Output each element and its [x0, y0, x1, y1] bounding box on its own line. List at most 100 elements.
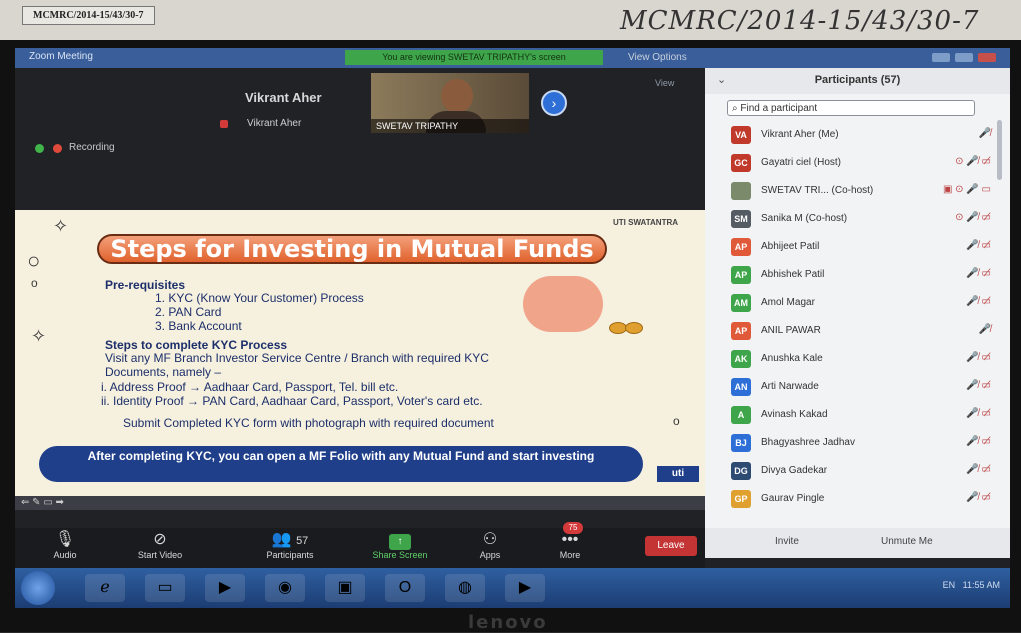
participant-status-icons: 🎤̸ ▭̸: [966, 492, 991, 503]
participant-status-icons: 🎤̸ ▭̸: [966, 408, 991, 419]
avatar: AP: [731, 238, 751, 256]
identity-proof-line: ii. Identity Proof → PAN Card, Aadhaar C…: [101, 394, 483, 408]
prereq-item: 1. KYC (Know Your Customer) Process: [155, 291, 364, 305]
steps-heading: Steps to complete KYC Process: [105, 338, 288, 352]
participant-row[interactable]: BJ Bhagyashree Jadhav 🎤̸ ▭̸: [705, 430, 1005, 458]
document-stamp: MCMRC/2014-15/43/30-7: [22, 6, 155, 25]
avatar: [731, 182, 751, 200]
zoom-window: Zoom Meeting You are viewing SWETAV TRIP…: [15, 48, 1010, 608]
apps-icon: ⚇: [482, 531, 498, 548]
steps-line: Visit any MF Branch Investor Service Cen…: [105, 351, 489, 365]
participant-status-icons: ⊙ 🎤̸ ▭̸: [955, 212, 991, 223]
participant-name: Gayatri ciel (Host): [761, 157, 842, 168]
participant-name: Amol Magar: [761, 297, 815, 308]
view-button[interactable]: View: [655, 78, 674, 88]
leave-button[interactable]: Leave: [645, 536, 697, 556]
participant-name: Arti Narwade: [761, 381, 819, 392]
participant-name: Divya Gadekar: [761, 465, 828, 476]
share-screen-button[interactable]: ↑ Share Screen: [365, 530, 435, 560]
participant-row[interactable]: A Avinash Kakad 🎤̸ ▭̸: [705, 402, 1005, 430]
participant-name: Avinash Kakad: [761, 409, 828, 420]
opera-icon[interactable]: O: [385, 574, 425, 602]
participant-row[interactable]: AP Abhishek Patil 🎤̸ ▭̸: [705, 262, 1005, 290]
minimize-button[interactable]: [932, 53, 950, 62]
uti-logo: uti: [657, 466, 699, 482]
invite-button[interactable]: Invite: [775, 536, 799, 547]
audio-button[interactable]: 🎙 Audio: [45, 530, 85, 560]
participant-row[interactable]: SM Sanika M (Co-host) ⊙ 🎤̸ ▭̸: [705, 206, 1005, 234]
paper-background: MCMRC/2014-15/43/30-7 MCMRC/2014-15/43/3…: [0, 0, 1021, 40]
close-button[interactable]: [978, 53, 996, 62]
maximize-button[interactable]: [955, 53, 973, 62]
participant-status-icons: 🎤̸ ▭̸: [966, 380, 991, 391]
participant-row[interactable]: SWETAV TRI... (Co-host) ▣ ⊙ 🎤 ▭: [705, 178, 1005, 206]
ie-icon[interactable]: ℯ: [85, 574, 125, 602]
participant-row[interactable]: GP Gaurav Pingle 🎤̸ ▭̸: [705, 486, 1005, 514]
microphone-icon: 🎙: [54, 531, 76, 548]
view-options-button[interactable]: View Options: [628, 52, 687, 63]
participants-button[interactable]: 👥 57 Participants: [255, 530, 325, 560]
firefox-icon[interactable]: ◍: [445, 574, 485, 602]
participant-row[interactable]: GC Gayatri ciel (Host) ⊙ 🎤̸ ▭̸: [705, 150, 1005, 178]
participant-status-icons: 🎤̸ ▭̸: [966, 268, 991, 279]
participant-status-icons: 🎤̸ ▭̸: [966, 240, 991, 251]
avatar: SM: [731, 210, 751, 228]
participant-status-icons: 🎤̸: [978, 128, 991, 139]
clock: 11:55 AM: [962, 580, 1000, 590]
annotation-toolbar[interactable]: ⇐ ✎ ▭ ➡: [15, 496, 705, 510]
muted-mic-icon: [220, 120, 228, 128]
participant-name: Abhishek Patil: [761, 269, 825, 280]
more-label: More: [559, 550, 581, 560]
next-video-button[interactable]: ›: [541, 90, 567, 116]
participant-name: Sanika M (Co-host): [761, 213, 848, 224]
participant-status-icons: 🎤̸ ▭̸: [966, 352, 991, 363]
avatar: A: [731, 406, 751, 424]
viewing-screen-banner: You are viewing SWETAV TRIPATHY's screen: [345, 50, 603, 65]
apps-button[interactable]: ⚇ Apps: [465, 530, 515, 560]
window-title: Zoom Meeting: [29, 51, 93, 62]
participant-row[interactable]: VA Vikrant Aher (Me) 🎤̸: [705, 122, 1005, 150]
media-player-icon[interactable]: ▶: [205, 574, 245, 602]
participants-title: Participants (57): [814, 74, 901, 86]
system-tray[interactable]: EN 11:55 AM: [943, 580, 1000, 590]
slide-title: Steps for Investing in Mutual Funds: [97, 234, 607, 264]
small-circle-icon: o: [673, 414, 680, 428]
video-tile-label: SWETAV TRIPATHY: [371, 119, 529, 133]
participant-row[interactable]: DG Divya Gadekar 🎤̸ ▭̸: [705, 458, 1005, 486]
annotate-icon[interactable]: ⇐ ✎ ▭ ➡: [21, 497, 64, 508]
monitor-brand-logo: lenovo: [468, 612, 548, 633]
participant-status-icons: 🎤̸ ▭̸: [966, 296, 991, 307]
start-video-label: Start Video: [137, 550, 183, 560]
more-button[interactable]: ••• More: [545, 530, 595, 560]
folder-icon[interactable]: ▭: [145, 574, 185, 602]
participant-row[interactable]: AP ANIL PAWAR 🎤̸: [705, 318, 1005, 346]
shield-icon: [35, 144, 44, 153]
participant-name: Vikrant Aher (Me): [761, 129, 839, 140]
steps-line: Documents, namely –: [105, 365, 222, 379]
circle-shape-icon: ○: [27, 248, 41, 273]
window-icon[interactable]: ▣: [325, 574, 365, 602]
zoom-app-icon[interactable]: ▶: [505, 574, 545, 602]
star-shape-icon: ✧: [53, 216, 69, 236]
unmute-me-button[interactable]: Unmute Me: [881, 536, 933, 547]
participant-status-icons: ▣ ⊙ 🎤 ▭: [942, 184, 991, 195]
participant-row[interactable]: AK Anushka Kale 🎤̸ ▭̸: [705, 346, 1005, 374]
participant-row[interactable]: AM Amol Magar 🎤̸ ▭̸: [705, 290, 1005, 318]
star-shape-icon: ✧: [31, 326, 47, 346]
start-video-button[interactable]: ⊘ Start Video: [125, 530, 195, 560]
slide-footer-banner: After completing KYC, you can open a MF …: [39, 446, 643, 482]
participant-row[interactable]: AP Abhijeet Patil 🎤̸ ▭̸: [705, 234, 1005, 262]
video-tile[interactable]: SWETAV TRIPATHY: [371, 73, 529, 133]
participant-row[interactable]: AN Arti Narwade 🎤̸ ▭̸: [705, 374, 1005, 402]
coin-icon: [625, 322, 643, 334]
window-titlebar: Zoom Meeting You are viewing SWETAV TRIP…: [15, 48, 1010, 68]
participant-status-icons: 🎤̸ ▭̸: [966, 464, 991, 475]
participant-search-input[interactable]: ⌕ Find a participant: [727, 100, 975, 116]
participants-panel: ⌄ Participants (57) ⌕ Find a participant…: [705, 68, 1010, 558]
chrome-icon[interactable]: ◉: [265, 574, 305, 602]
avatar: AP: [731, 266, 751, 284]
start-button[interactable]: [21, 571, 55, 605]
participants-header: ⌄ Participants (57): [705, 68, 1010, 94]
participants-footer: Invite Unmute Me: [705, 528, 1010, 558]
avatar: GP: [731, 490, 751, 508]
